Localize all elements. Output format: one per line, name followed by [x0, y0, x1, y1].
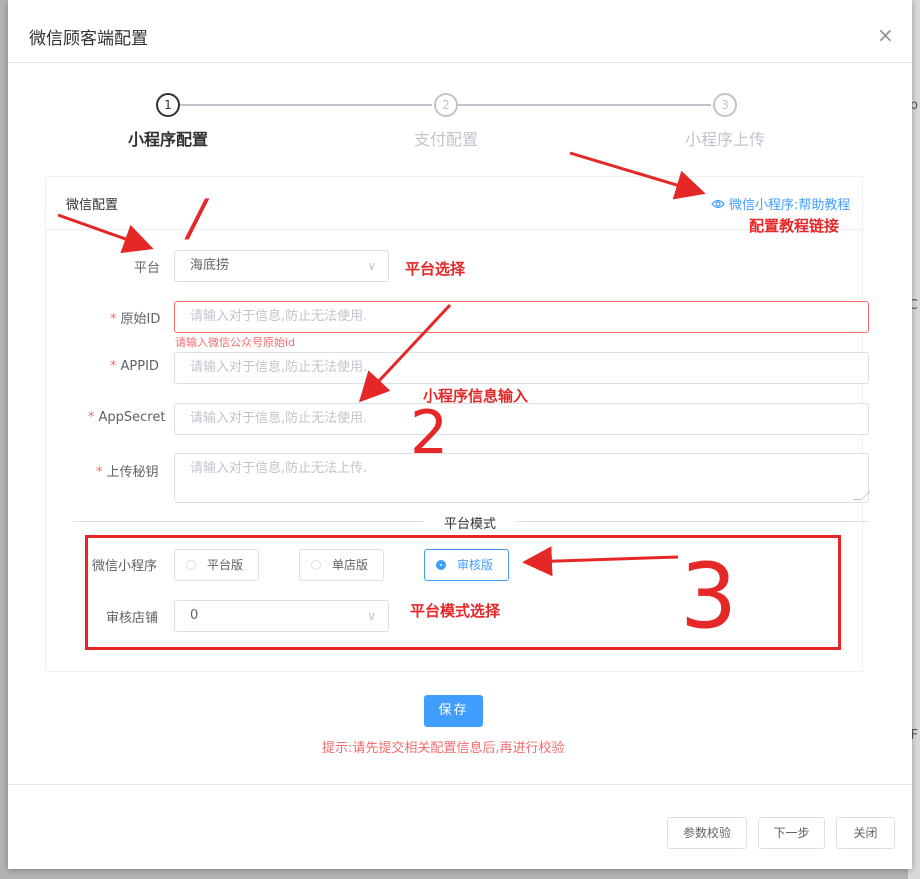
annotation-tutorial-link: 配置教程链接: [749, 217, 840, 235]
annotation-number-1: /: [188, 189, 205, 247]
annotation-mode-select: 平台模式选择: [410, 602, 501, 620]
save-tip: 提示:请先提交相关配置信息后,再进行校验: [322, 741, 565, 756]
platform-mode-divider: 平台模式: [424, 513, 517, 532]
close-button[interactable]: 关闭: [836, 817, 895, 849]
upload-key-label: * 上传秘钥: [96, 461, 159, 480]
footer-divider: [8, 784, 912, 785]
close-icon[interactable]: ×: [877, 24, 894, 46]
chevron-down-icon: ∨: [367, 259, 376, 273]
appid-input[interactable]: 请输入对于信息,防止无法使用.: [174, 352, 869, 384]
step-connector: [458, 104, 711, 106]
save-button[interactable]: 保存: [424, 695, 483, 727]
appsecret-input[interactable]: 请输入对于信息,防止无法使用.: [174, 403, 869, 435]
resize-handle-icon[interactable]: [852, 491, 871, 500]
step-2-label: 支付配置: [414, 130, 479, 149]
annotation-number-2: 2: [410, 398, 449, 468]
required-mark: *: [110, 312, 117, 327]
step-connector: [180, 104, 432, 106]
upload-key-label-text: 上传秘钥: [106, 465, 159, 480]
eye-icon: [711, 198, 725, 213]
verify-params-button[interactable]: 参数校验: [667, 817, 747, 849]
dialog-title: 微信顾客端配置: [29, 29, 148, 49]
step-1-icon: 1: [156, 93, 180, 117]
required-mark: *: [110, 359, 117, 374]
step-3-label: 小程序上传: [685, 130, 766, 149]
required-mark: *: [88, 410, 95, 425]
platform-select[interactable]: 海底捞 ∨: [174, 250, 389, 282]
card-title: 微信配置: [66, 198, 119, 213]
dialog-header: 微信顾客端配置 ×: [8, 0, 912, 63]
upload-key-textarea[interactable]: 请输入对于信息,防止无法上传.: [174, 453, 871, 503]
annotation-platform-select: 平台选择: [405, 260, 466, 278]
required-mark: *: [96, 465, 103, 480]
original-id-label: * 原始ID: [110, 308, 160, 327]
help-link-label: 微信小程序:帮助教程: [729, 198, 851, 213]
appsecret-label: * AppSecret: [88, 410, 165, 425]
card-header: 微信配置 微信小程序:帮助教程: [46, 177, 862, 230]
appid-label-text: APPID: [120, 359, 159, 374]
next-step-button[interactable]: 下一步: [758, 817, 825, 849]
upload-key-placeholder: 请输入对于信息,防止无法上传.: [190, 461, 368, 476]
step-1-label: 小程序配置: [128, 130, 209, 149]
appid-label: * APPID: [110, 359, 159, 374]
step-2-icon: 2: [434, 93, 458, 117]
platform-label: 平台: [134, 261, 161, 276]
help-tutorial-link[interactable]: 微信小程序:帮助教程: [711, 194, 850, 213]
original-id-input[interactable]: 请输入对于信息,防止无法使用.: [174, 301, 869, 333]
original-id-error: 请输入微信公众号原始id: [175, 336, 296, 349]
annotation-number-3: 3: [680, 544, 738, 649]
step-3-icon: 3: [713, 93, 737, 117]
original-id-label-text: 原始ID: [120, 312, 161, 327]
platform-select-value: 海底捞: [190, 258, 230, 273]
appsecret-label-text: AppSecret: [98, 410, 166, 425]
